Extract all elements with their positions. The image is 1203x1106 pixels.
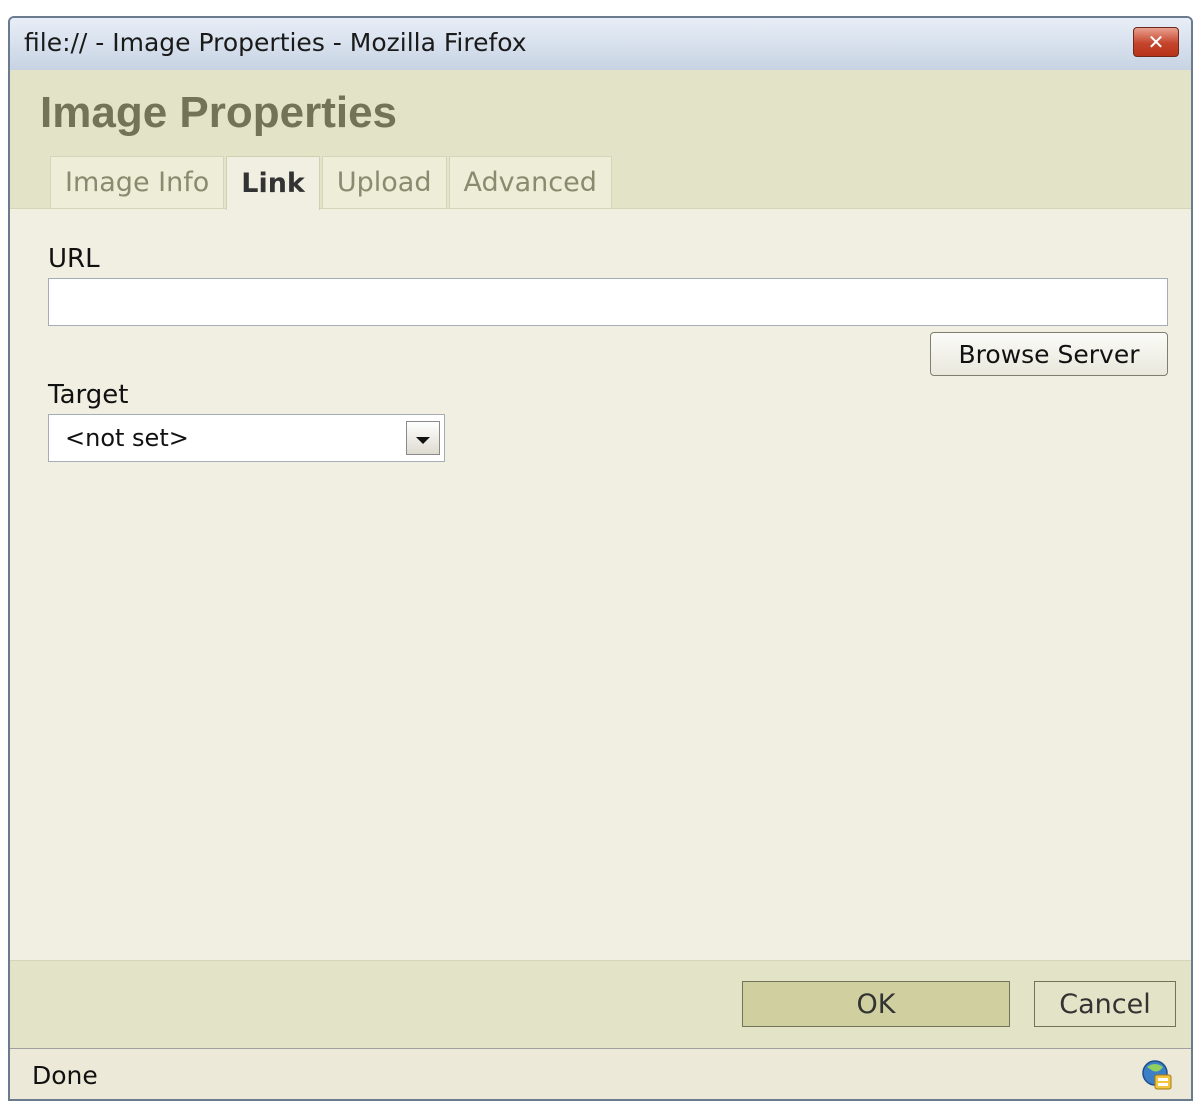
url-input[interactable] — [48, 278, 1168, 326]
status-text: Done — [32, 1061, 98, 1090]
window-title: file:// - Image Properties - Mozilla Fir… — [24, 28, 527, 57]
close-button[interactable]: ✕ — [1133, 27, 1179, 57]
title-bar[interactable]: file:// - Image Properties - Mozilla Fir… — [10, 18, 1191, 71]
target-select-value: <not set> — [65, 424, 189, 452]
target-label: Target — [48, 380, 129, 410]
dropdown-arrow-button[interactable] — [406, 421, 440, 455]
link-tab-panel: URL Browse Server Target <not set> — [10, 208, 1191, 960]
cancel-button[interactable]: Cancel — [1034, 981, 1176, 1027]
network-activity-icon — [1142, 1060, 1172, 1090]
dialog-header: Image Properties Image Info Link Upload … — [10, 70, 1191, 210]
tab-bar: Image Info Link Upload Advanced — [50, 156, 614, 210]
close-icon: ✕ — [1147, 30, 1165, 54]
target-select[interactable]: <not set> — [48, 414, 445, 462]
tab-advanced[interactable]: Advanced — [448, 156, 612, 208]
tab-upload[interactable]: Upload — [321, 156, 447, 208]
chevron-down-icon — [416, 436, 430, 444]
browser-popup-window: file:// - Image Properties - Mozilla Fir… — [8, 16, 1193, 1101]
ok-button[interactable]: OK — [742, 981, 1010, 1027]
dialog-footer: OK Cancel — [10, 960, 1191, 1049]
dialog-title: Image Properties — [40, 88, 398, 137]
browse-server-button[interactable]: Browse Server — [930, 332, 1168, 376]
tab-link[interactable]: Link — [226, 156, 320, 210]
url-label: URL — [48, 244, 100, 274]
status-bar: Done — [10, 1048, 1191, 1099]
tab-image-info[interactable]: Image Info — [50, 156, 225, 208]
